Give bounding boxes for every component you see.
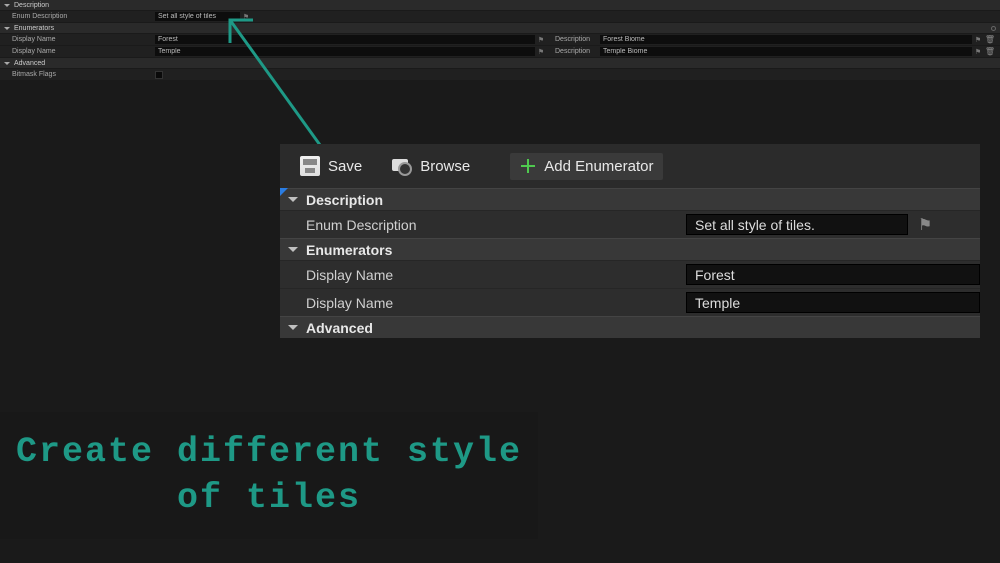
delete-icon[interactable]: 🗑 [986,48,994,56]
enum-description-input-small[interactable] [155,12,240,21]
section-header-advanced-large[interactable]: Advanced [280,316,980,338]
flag-icon[interactable]: ⚑ [918,215,932,235]
description-input-small[interactable] [600,35,972,44]
section-label: Advanced [306,320,373,336]
properties-panel-small: Description Enum Description ⚑ Enumerato… [0,0,1000,81]
enumerator-row-small: Display Name ⚑ Description ⚑ 🗑 [0,34,1000,46]
flag-icon[interactable]: ⚑ [537,48,545,56]
toolbar: Save Browse Add Enumerator [280,144,980,188]
section-label: Advanced [14,60,45,67]
section-header-advanced-small[interactable]: Advanced [0,58,1000,69]
display-name-label-small: Display Name [0,36,155,43]
collapse-arrow-icon [288,247,298,252]
enumerator-row-large: Display Name [280,260,980,288]
row-enum-description-large: Enum Description ⚑ [280,210,980,238]
bitmask-checkbox-small[interactable] [155,71,163,79]
caption-line-1: Create different style [0,430,538,476]
display-name-label-large: Display Name [306,295,686,311]
enum-description-label-large: Enum Description [306,217,686,233]
save-button-label: Save [328,158,362,175]
section-label: Enumerators [306,242,392,258]
delete-icon[interactable]: 🗑 [986,36,994,44]
bitmask-label-small: Bitmask Flags [0,71,155,78]
enum-description-label-small: Enum Description [0,13,155,20]
description-label-small: Description [555,48,600,55]
save-icon [300,156,320,176]
save-button[interactable]: Save [290,151,372,181]
row-bitmask-small: Bitmask Flags [0,69,1000,81]
enumerator-row-large: Display Name [280,288,980,316]
display-name-label-small: Display Name [0,48,155,55]
collapse-arrow-icon [288,325,298,330]
display-name-input-large[interactable] [686,264,980,285]
add-enumerator-button[interactable]: Add Enumerator [510,153,663,180]
large-panel-body: Description Enum Description ⚑ Enumerato… [280,188,980,338]
browse-button-label: Browse [420,158,470,175]
plus-icon [520,158,536,174]
properties-panel-large: Save Browse Add Enumerator Description E… [280,144,980,338]
flag-icon[interactable]: ⚑ [242,13,250,21]
collapse-arrow-icon [288,197,298,202]
add-element-icon[interactable] [991,26,996,31]
display-name-input-large[interactable] [686,292,980,313]
collapse-arrow-icon [4,4,10,7]
row-enum-description-small: Enum Description ⚑ [0,11,1000,23]
flag-icon[interactable]: ⚑ [537,36,545,44]
section-header-enumerators-small[interactable]: Enumerators [0,23,1000,34]
description-label-small: Description [555,36,600,43]
section-header-enumerators-large[interactable]: Enumerators [280,238,980,260]
collapse-arrow-icon [4,27,10,30]
flag-icon[interactable]: ⚑ [974,48,982,56]
description-input-small[interactable] [600,47,972,56]
browse-icon [392,156,412,176]
flag-icon[interactable]: ⚑ [974,36,982,44]
enum-description-input-large[interactable] [686,214,908,235]
section-header-description-large[interactable]: Description [280,188,980,210]
section-label: Description [14,2,49,9]
modified-marker-icon [280,188,288,196]
browse-button[interactable]: Browse [382,151,480,181]
collapse-arrow-icon [4,62,10,65]
display-name-input-small[interactable] [155,35,535,44]
annotation-caption: Create different style of tiles [0,412,538,539]
caption-line-2: of tiles [0,476,538,522]
enumerator-row-small: Display Name ⚑ Description ⚑ 🗑 [0,46,1000,58]
display-name-input-small[interactable] [155,47,535,56]
section-header-description-small[interactable]: Description [0,0,1000,11]
section-label: Description [306,192,383,208]
section-label: Enumerators [14,25,54,32]
display-name-label-large: Display Name [306,267,686,283]
add-enumerator-label: Add Enumerator [544,158,653,175]
